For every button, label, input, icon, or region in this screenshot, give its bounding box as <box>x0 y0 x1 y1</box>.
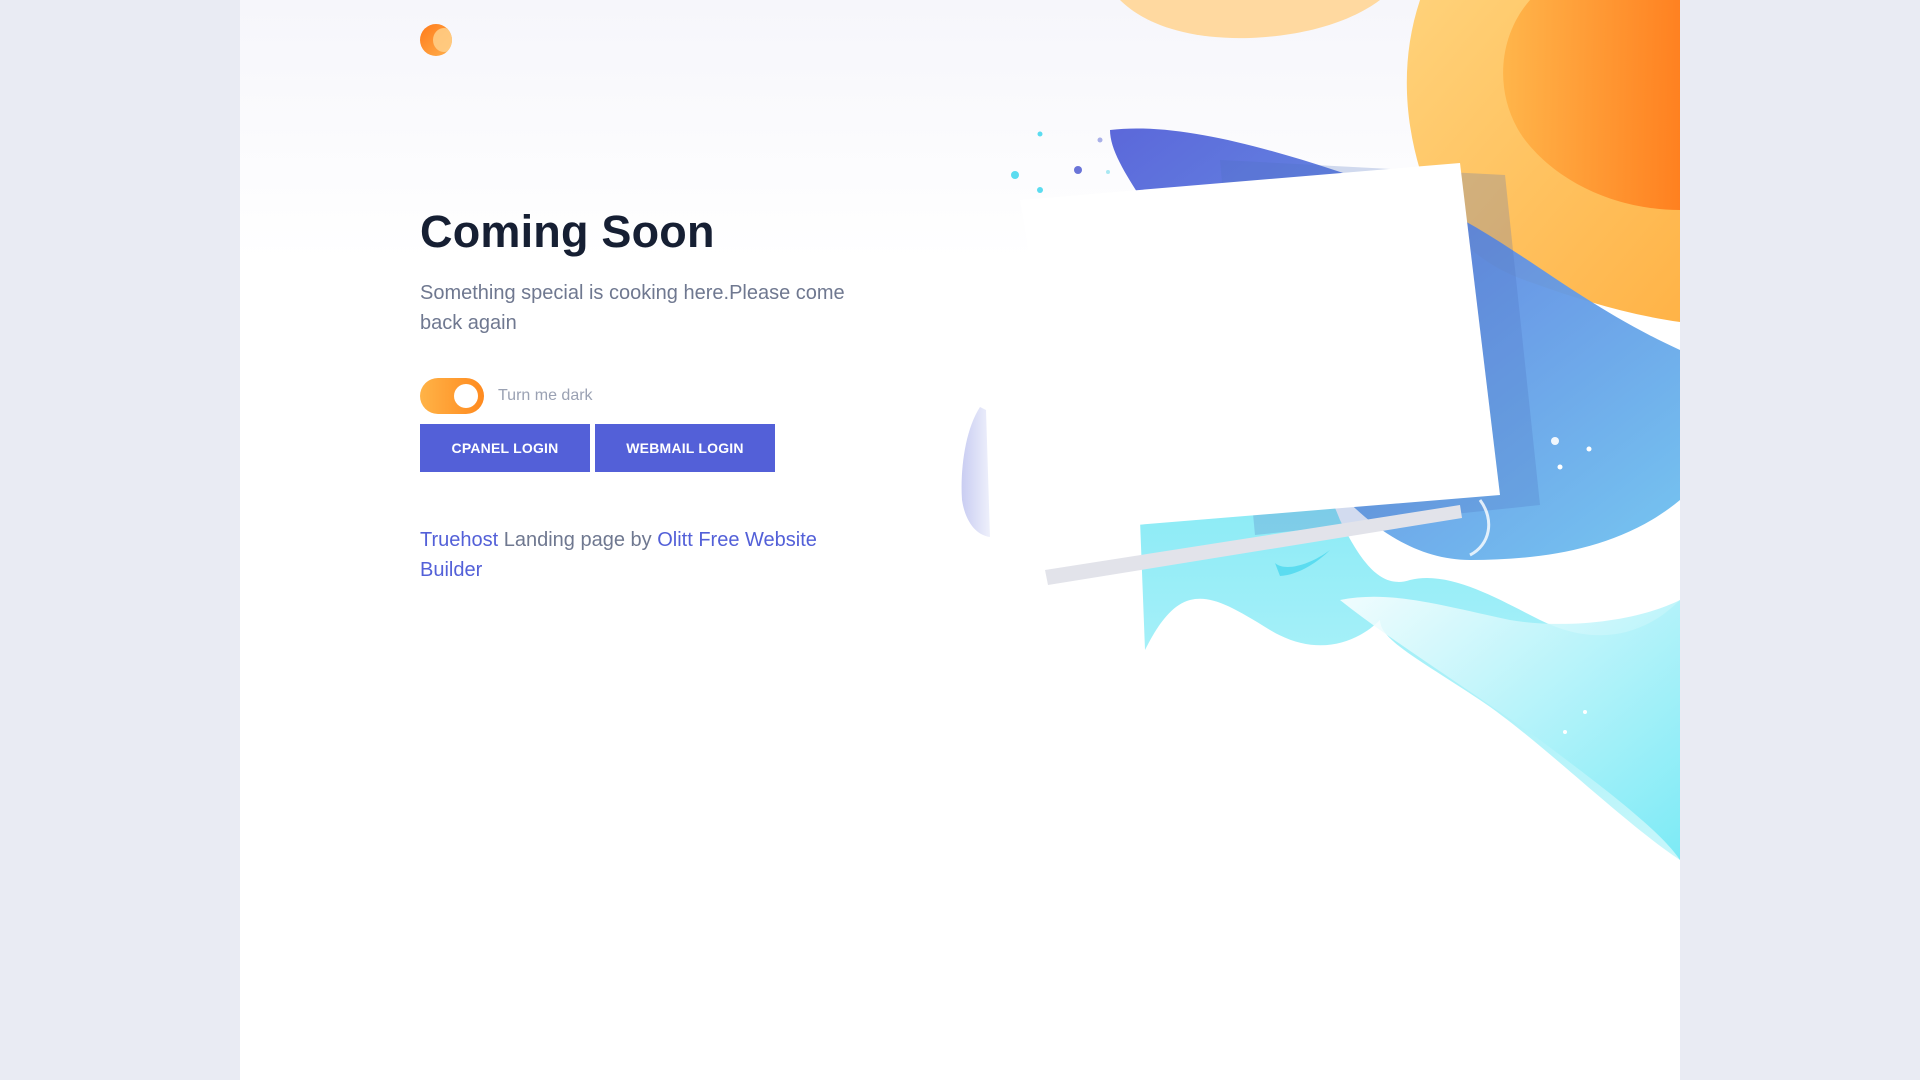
orange-circle-logo[interactable] <box>420 24 452 56</box>
truehost-link[interactable]: Truehost <box>420 529 498 551</box>
cpanel-login-button[interactable]: CPANEL LOGIN <box>420 424 590 472</box>
page-title: Coming Soon <box>420 206 715 257</box>
dark-mode-toggle-row: Turn me dark <box>420 378 593 414</box>
webmail-login-button[interactable]: WEBMAIL LOGIN <box>595 424 775 472</box>
credits-middle-text: Landing page by <box>498 529 658 551</box>
page-subtitle: Something special is cooking here.Please… <box>420 282 845 334</box>
landing-page: Coming Soon Something special is cooking… <box>240 0 1680 1080</box>
dark-mode-toggle-label: Turn me dark <box>498 387 593 404</box>
toggle-knob <box>454 384 478 408</box>
dark-mode-toggle[interactable] <box>420 378 484 414</box>
credits-text: Truehost Landing page by Olitt Free Webs… <box>420 525 860 585</box>
